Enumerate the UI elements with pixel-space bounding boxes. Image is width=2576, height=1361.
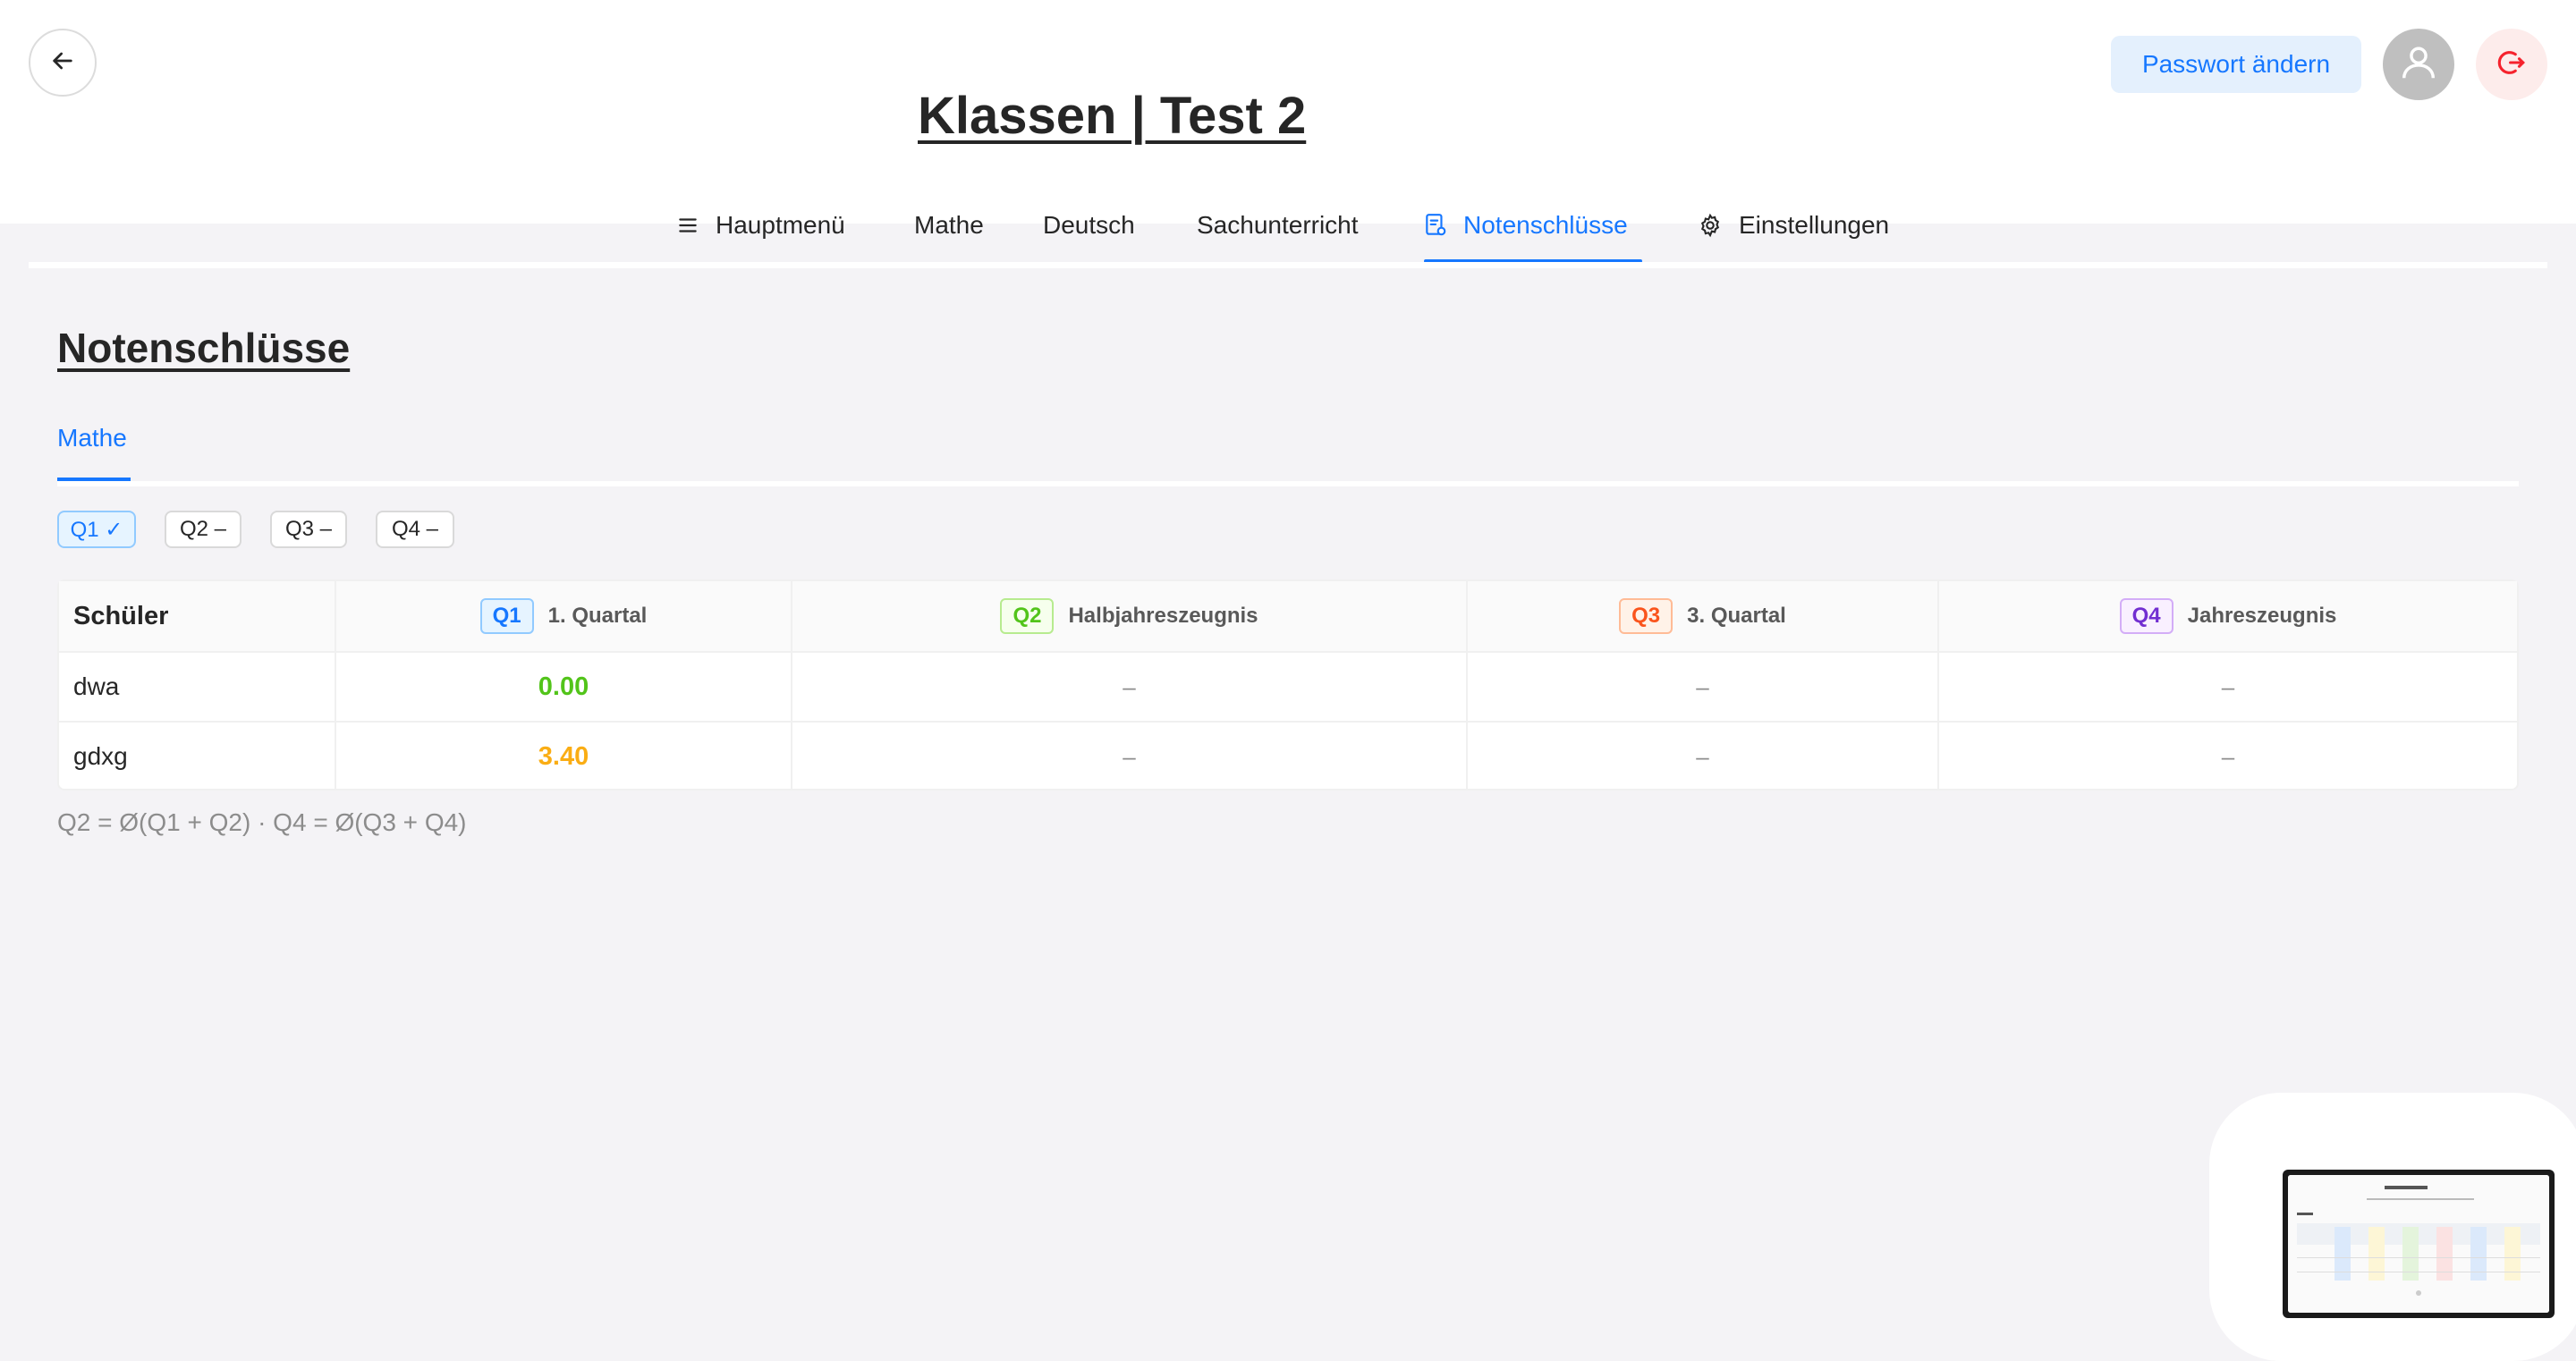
- change-password-button[interactable]: Passwort ändern: [2111, 36, 2361, 93]
- nav-item-label: Hauptmenü: [716, 211, 845, 239]
- q1-label: 1. Quartal: [547, 604, 648, 628]
- report-icon: [1424, 213, 1447, 238]
- quarter-chip-q1[interactable]: Q1 ✓: [57, 511, 136, 548]
- page-title: Klassen | Test 2: [918, 87, 1307, 145]
- column-header-q1[interactable]: Q1 1. Quartal: [336, 581, 792, 651]
- section-title: Notenschlüsse: [57, 325, 351, 371]
- subtab-divider: [131, 481, 2519, 486]
- avatar[interactable]: [2383, 29, 2454, 100]
- logout-button[interactable]: [2476, 29, 2547, 100]
- table-row: dwa 0.00 – – –: [59, 653, 2517, 723]
- table-row: gdxg 3.40 – – –: [59, 723, 2517, 790]
- nav-item-label: Einstellungen: [1739, 211, 1890, 239]
- grade-q4[interactable]: –: [1939, 653, 2517, 721]
- q3-label: 3. Quartal: [1687, 604, 1786, 628]
- tab-mathe[interactable]: Mathe: [57, 424, 127, 452]
- grade-q2[interactable]: –: [792, 653, 1468, 721]
- subtab-rule: [57, 481, 131, 486]
- back-button[interactable]: [29, 29, 97, 97]
- nav-item-label: Notenschlüsse: [1463, 211, 1628, 239]
- main-nav: Hauptmenü Mathe Deutsch Sachunterricht N…: [0, 188, 2576, 263]
- subtab-active-indicator: [57, 478, 131, 481]
- column-header-q3[interactable]: Q3 3. Quartal: [1468, 581, 1939, 651]
- menu-icon: [676, 214, 699, 237]
- table-header-row: Schüler Q1 1. Quartal Q2 Halbjahreszeugn…: [59, 581, 2517, 653]
- grade-q1[interactable]: 0.00: [336, 653, 792, 721]
- nav-item-label: Deutsch: [1043, 211, 1135, 239]
- nav-item-hauptmenue[interactable]: Hauptmenü: [676, 200, 845, 250]
- grades-table: Schüler Q1 1. Quartal Q2 Halbjahreszeugn…: [57, 579, 2519, 790]
- q2-label: Halbjahreszeugnis: [1068, 604, 1258, 628]
- grade-q3[interactable]: –: [1468, 653, 1939, 721]
- thumbnail-screen: [2288, 1175, 2549, 1313]
- student-name: dwa: [59, 653, 336, 721]
- column-header-student: Schüler: [59, 581, 336, 651]
- grade-q2[interactable]: –: [792, 723, 1468, 790]
- nav-item-label: Sachunterricht: [1197, 211, 1359, 239]
- quarter-chip-q4[interactable]: Q4 –: [376, 511, 454, 548]
- nav-item-notenschluesse[interactable]: Notenschlüsse: [1424, 200, 1628, 250]
- q2-tag: Q2: [1000, 598, 1055, 634]
- nav-item-einstellungen[interactable]: Einstellungen: [1698, 200, 1889, 250]
- q4-tag: Q4: [2119, 598, 2174, 634]
- student-name: gdxg: [59, 723, 336, 790]
- user-icon: [2398, 42, 2439, 88]
- logout-icon: [2496, 47, 2527, 82]
- q1-tag: Q1: [479, 598, 534, 634]
- window-preview-thumbnail[interactable]: [2283, 1170, 2555, 1318]
- q4-label: Jahreszeugnis: [2187, 604, 2337, 628]
- nav-item-label: Mathe: [914, 211, 984, 239]
- q3-tag: Q3: [1619, 598, 1674, 634]
- nav-divider: [29, 262, 2547, 268]
- gear-icon: [1698, 213, 1723, 238]
- grade-q3[interactable]: –: [1468, 723, 1939, 790]
- column-header-q2[interactable]: Q2 Halbjahreszeugnis: [792, 581, 1468, 651]
- nav-item-deutsch[interactable]: Deutsch: [1043, 200, 1135, 250]
- column-header-q4[interactable]: Q4 Jahreszeugnis: [1939, 581, 2517, 651]
- thumbnail-content-icon: [2288, 1175, 2549, 1313]
- grade-q4[interactable]: –: [1939, 723, 2517, 790]
- nav-item-sachunterricht[interactable]: Sachunterricht: [1197, 200, 1359, 250]
- nav-item-mathe[interactable]: Mathe: [914, 200, 984, 250]
- arrow-left-icon: [48, 46, 77, 80]
- quarter-chip-q3[interactable]: Q3 –: [270, 511, 347, 548]
- grade-q1[interactable]: 3.40: [336, 723, 792, 790]
- formula-note: Q2 = Ø(Q1 + Q2) · Q4 = Ø(Q3 + Q4): [57, 808, 467, 836]
- quarter-chip-q2[interactable]: Q2 –: [165, 511, 242, 548]
